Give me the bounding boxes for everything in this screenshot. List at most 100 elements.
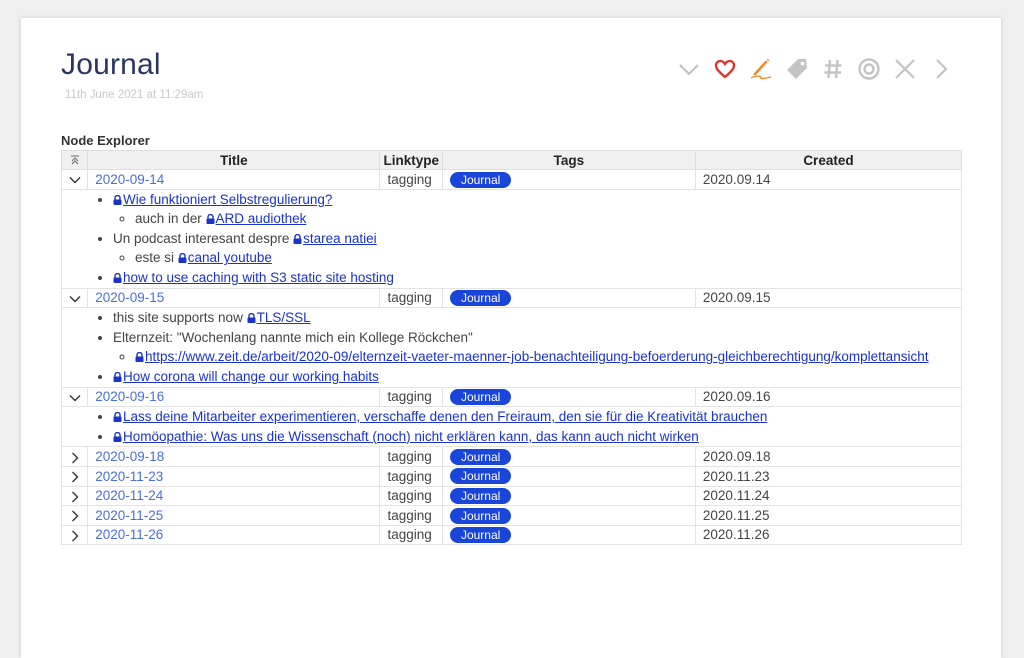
row-detail: this site supports now TLS/SSLElternzeit… <box>61 307 962 388</box>
row-linktype: tagging <box>379 287 443 309</box>
close-button[interactable] <box>887 54 923 84</box>
sub-list: https://www.zeit.de/arbeit/2020-09/elter… <box>113 347 954 367</box>
edit-button[interactable] <box>743 54 779 84</box>
favorite-button[interactable] <box>707 54 743 84</box>
detail-list: this site supports now TLS/SSLElternzeit… <box>69 308 954 386</box>
sub-list-item: auch in der ARD audiothek <box>135 209 954 229</box>
internal-link[interactable]: starea natiei <box>293 231 377 246</box>
sub-list: este si canal youtube <box>113 248 954 268</box>
row-title-cell: 2020-11-26 <box>87 524 381 546</box>
target-button[interactable] <box>851 54 887 84</box>
row-toggle-button[interactable] <box>60 169 89 190</box>
row-toggle-button[interactable] <box>60 465 89 487</box>
internal-link[interactable]: ARD audiothek <box>206 211 307 227</box>
row-toggle-button[interactable] <box>60 287 89 309</box>
tag-icon <box>787 59 807 79</box>
row-title-cell: 2020-09-15 <box>87 287 381 309</box>
tag-badge[interactable]: Journal <box>449 468 512 485</box>
tag-badge[interactable]: Journal <box>449 488 512 505</box>
table-row: 2020-09-16 tagging Journal 2020.09.16 <box>60 386 963 408</box>
row-tags-cell: Journal <box>441 505 696 526</box>
row-toggle-button[interactable] <box>60 485 89 507</box>
row-toggle-button[interactable] <box>60 446 89 467</box>
link-text: Homöopathie: Was uns die Wissenschaft (n… <box>123 428 699 444</box>
internal-link[interactable]: Homöopathie: Was uns die Wissenschaft (n… <box>113 429 699 444</box>
tag-button[interactable] <box>779 54 815 84</box>
row-title-link[interactable]: 2020-09-15 <box>95 290 164 305</box>
row-detail-content: Wie funktioniert Selbstregulierung? auch … <box>61 188 962 289</box>
row-title-link[interactable]: 2020-11-23 <box>95 469 163 484</box>
row-tags-cell: Journal <box>441 524 696 546</box>
row-toggle-button[interactable] <box>60 386 89 408</box>
tag-badge[interactable]: Journal <box>449 507 512 524</box>
row-linktype: tagging <box>379 446 443 467</box>
link-text: ARD audiothek <box>215 211 307 227</box>
tag-badge[interactable]: Journal <box>449 290 512 307</box>
lock-icon <box>135 352 144 363</box>
row-created: 2020.11.23 <box>694 465 963 487</box>
lock-icon <box>206 214 215 225</box>
table-row: 2020-11-25 tagging Journal 2020.11.25 <box>60 505 963 526</box>
node-explorer-table: Title Linktype Tags Created 2020-09-14 ta… <box>60 150 963 546</box>
collapse-all-button[interactable] <box>60 150 89 170</box>
row-linktype: tagging <box>379 169 443 190</box>
chevron-right-icon <box>71 510 79 522</box>
column-header-linktype[interactable]: Linktype <box>379 150 443 170</box>
lock-icon <box>293 233 302 244</box>
link-text: Wie funktioniert Selbstregulierung? <box>123 191 333 207</box>
row-title-link[interactable]: 2020-09-16 <box>95 389 164 404</box>
lock-icon <box>113 412 122 423</box>
row-detail: Wie funktioniert Selbstregulierung? auch … <box>61 188 962 289</box>
chevron-right-icon <box>71 530 79 542</box>
table-row: 2020-09-14 tagging Journal 2020.09.14 <box>60 169 963 190</box>
table-body: 2020-09-14taggingJournal2020.09.14Wie fu… <box>60 169 963 546</box>
hashtag-button[interactable] <box>815 54 851 84</box>
internal-link[interactable]: canal youtube <box>178 250 272 265</box>
row-title-cell: 2020-11-23 <box>87 465 381 487</box>
page-title: Journal <box>61 48 161 81</box>
row-tags-cell: Journal <box>441 386 696 408</box>
row-title-link[interactable]: 2020-09-18 <box>95 449 164 464</box>
internal-link[interactable]: Lass deine Mitarbeiter experimentieren, … <box>113 409 767 424</box>
row-title-link[interactable]: 2020-11-24 <box>95 488 163 503</box>
column-header-tags[interactable]: Tags <box>441 150 696 170</box>
toolbar <box>671 54 959 84</box>
tag-badge[interactable]: Journal <box>449 389 512 406</box>
chevron-right-icon <box>71 452 79 464</box>
row-linktype: tagging <box>379 505 443 526</box>
item-text: auch in der <box>135 211 206 227</box>
row-created: 2020.09.18 <box>694 446 963 467</box>
row-title-link[interactable]: 2020-09-14 <box>95 172 164 187</box>
row-detail-content: this site supports now TLS/SSLElternzeit… <box>61 307 962 388</box>
next-button[interactable] <box>923 54 959 84</box>
internal-link[interactable]: TLS/SSL <box>247 310 311 325</box>
internal-link[interactable]: https://www.zeit.de/arbeit/2020-09/elter… <box>135 349 928 364</box>
chevron-right-icon <box>71 491 79 503</box>
column-header-created[interactable]: Created <box>694 150 963 170</box>
tag-badge[interactable]: Journal <box>449 527 512 544</box>
row-title-link[interactable]: 2020-11-26 <box>95 527 163 542</box>
column-header-title[interactable]: Title <box>87 150 381 170</box>
list-item: this site supports now TLS/SSL <box>113 308 954 328</box>
row-toggle-button[interactable] <box>60 505 89 526</box>
internal-link[interactable]: Wie funktioniert Selbstregulierung? <box>113 192 332 207</box>
table-row: 2020-11-26 tagging Journal 2020.11.26 <box>60 524 963 546</box>
pencil-icon <box>750 58 772 80</box>
tiddler-card: Journal 11th June 2021 at 11:29am Node E… <box>21 18 1001 658</box>
node-explorer-label: Node Explorer <box>61 133 150 148</box>
row-created: 2020.09.14 <box>694 169 963 190</box>
internal-link[interactable]: how to use caching with S3 static site h… <box>113 270 394 285</box>
row-title-cell: 2020-09-14 <box>87 169 381 190</box>
lock-icon <box>113 431 122 442</box>
row-title-cell: 2020-09-16 <box>87 386 381 408</box>
tag-badge[interactable]: Journal <box>449 448 512 465</box>
collapse-all-icon <box>70 155 79 164</box>
list-item: Un podcast interesant despre starea nati… <box>113 229 954 268</box>
collapse-button[interactable] <box>671 54 707 84</box>
tag-badge[interactable]: Journal <box>449 171 512 188</box>
lock-icon <box>178 253 187 264</box>
row-title-link[interactable]: 2020-11-25 <box>95 508 163 523</box>
modified-date: 11th June 2021 at 11:29am <box>65 89 204 101</box>
row-toggle-button[interactable] <box>60 524 89 546</box>
internal-link[interactable]: How corona will change our working habit… <box>113 369 379 384</box>
